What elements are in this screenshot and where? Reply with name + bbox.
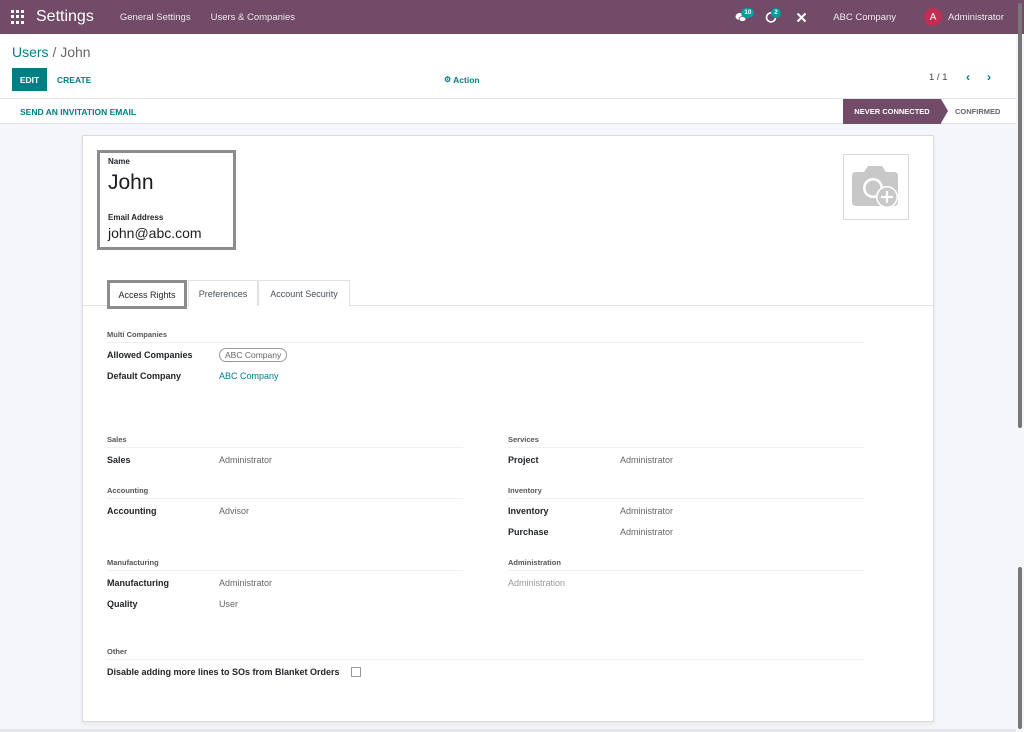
menu-general-settings[interactable]: General Settings — [120, 12, 191, 23]
title-box: Name John Email Address john@abc.com — [97, 150, 236, 250]
debug-tools-button[interactable] — [791, 7, 811, 27]
quality-label: Quality — [107, 599, 138, 609]
stage-never-connected[interactable]: NEVER CONNECTED — [843, 99, 948, 124]
avatar: A — [924, 8, 943, 26]
camera-add-icon — [852, 166, 898, 208]
stage-confirmed[interactable]: CONFIRMED — [955, 99, 1000, 124]
edit-button[interactable]: EDIT — [12, 68, 47, 91]
project-value[interactable]: Administrator — [620, 455, 673, 465]
messages-button[interactable]: 10 — [731, 7, 755, 27]
name-label: Name — [108, 157, 130, 166]
company-switcher[interactable]: ABC Company — [833, 12, 896, 23]
default-company-link[interactable]: ABC Company — [219, 371, 279, 381]
action-label: Action — [453, 74, 480, 85]
sales-value[interactable]: Administrator — [219, 455, 272, 465]
blanket-orders-checkbox[interactable] — [351, 667, 361, 677]
breadcrumb-separator: / — [52, 44, 57, 60]
purchase-value[interactable]: Administrator — [620, 527, 673, 537]
pager-next-button[interactable]: › — [987, 70, 991, 84]
email-label: Email Address — [108, 213, 164, 222]
send-invitation-button[interactable]: SEND AN INVITATION EMAIL — [20, 99, 136, 124]
form-sheet: Name John Email Address john@abc.com Acc… — [82, 135, 934, 722]
control-panel: Users / John EDIT CREATE ⚙ Action 1 / 1 … — [0, 34, 1016, 99]
apps-menu-icon[interactable] — [11, 10, 25, 24]
blanket-orders-label: Disable adding more lines to SOs from Bl… — [107, 667, 340, 677]
action-menu-button[interactable]: ⚙ Action — [444, 68, 480, 91]
create-button[interactable]: CREATE — [57, 68, 91, 91]
quality-value[interactable]: User — [219, 599, 238, 609]
pager-previous-button[interactable]: ‹ — [966, 70, 970, 84]
chevron-right-icon: › — [987, 70, 991, 84]
inventory-label: Inventory — [508, 506, 549, 516]
section-administration: Administration — [508, 558, 865, 571]
form-scrollbar-thumb[interactable] — [1018, 567, 1022, 729]
form-statusbar: SEND AN INVITATION EMAIL NEVER CONNECTED… — [0, 99, 1016, 124]
pager-value[interactable]: 1 / 1 — [929, 72, 948, 83]
breadcrumb-users-link[interactable]: Users — [12, 44, 49, 60]
breadcrumb-current: John — [60, 44, 91, 60]
app-title[interactable]: Settings — [36, 8, 94, 26]
allowed-company-tag[interactable]: ABC Company — [219, 348, 288, 362]
user-menu[interactable]: A Administrator — [924, 8, 1004, 26]
tab-preferences[interactable]: Preferences — [188, 280, 258, 306]
inventory-value[interactable]: Administrator — [620, 506, 673, 516]
section-other: Other — [107, 647, 865, 660]
section-sales: Sales — [107, 435, 463, 448]
gear-icon: ⚙ — [444, 75, 452, 84]
breadcrumb: Users / John — [12, 44, 91, 60]
sales-label: Sales — [107, 455, 131, 465]
email-value: john@abc.com — [108, 225, 202, 241]
project-label: Project — [508, 455, 539, 465]
form-tabs: Access Rights Preferences Account Securi… — [83, 280, 933, 309]
tab-access-rights[interactable]: Access Rights — [107, 280, 187, 309]
accounting-value[interactable]: Advisor — [219, 506, 249, 516]
activities-badge: 2 — [771, 8, 781, 18]
page-scrollbar[interactable] — [1016, 0, 1024, 732]
top-navbar: Settings General Settings Users & Compan… — [0, 0, 1024, 34]
section-multi-companies: Multi Companies — [107, 330, 865, 343]
name-value: John — [108, 171, 154, 194]
avatar-upload[interactable] — [843, 154, 909, 220]
menu-users-companies[interactable]: Users & Companies — [211, 12, 295, 23]
manufacturing-value[interactable]: Administrator — [219, 578, 272, 588]
chevron-left-icon: ‹ — [966, 70, 970, 84]
section-manufacturing: Manufacturing — [107, 558, 463, 571]
tools-icon — [796, 12, 806, 22]
accounting-label: Accounting — [107, 506, 157, 516]
allowed-companies-label: Allowed Companies — [107, 350, 193, 360]
manufacturing-label: Manufacturing — [107, 578, 169, 588]
tab-account-security[interactable]: Account Security — [258, 280, 350, 306]
user-name: Administrator — [948, 11, 1004, 23]
purchase-label: Purchase — [508, 527, 549, 537]
administration-value[interactable]: Administration — [508, 578, 565, 588]
section-services: Services — [508, 435, 865, 448]
messages-badge: 10 — [741, 8, 755, 18]
scrollbar-thumb[interactable] — [1018, 3, 1022, 428]
section-accounting: Accounting — [107, 486, 463, 499]
section-inventory: Inventory — [508, 486, 865, 499]
activities-button[interactable]: 2 — [761, 7, 781, 27]
default-company-label: Default Company — [107, 371, 182, 381]
